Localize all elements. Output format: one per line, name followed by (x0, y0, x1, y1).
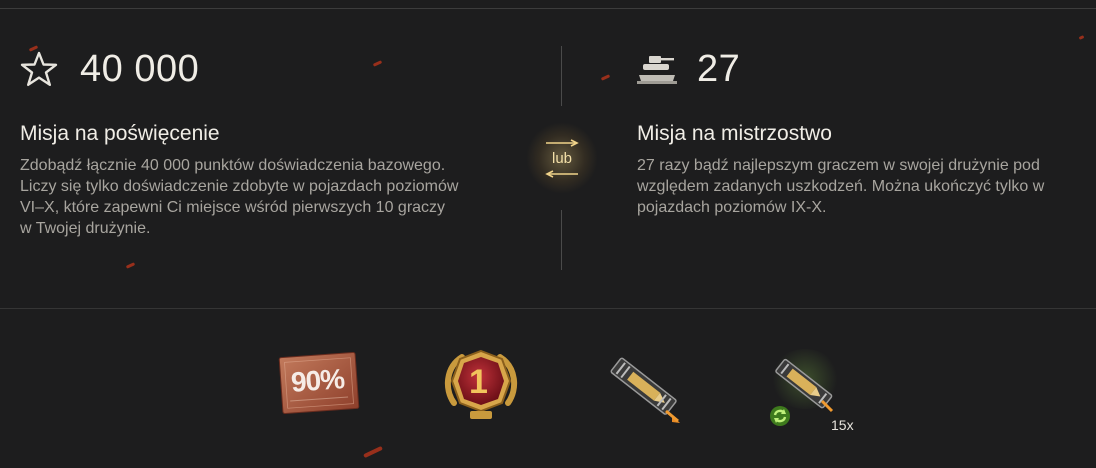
mission-sacrifice-description: Zdobądź łącznie 40 000 punktów doświadcz… (20, 157, 459, 237)
arrow-left-icon (545, 169, 578, 178)
mission-mastery: 27 Misja na mistrzostwo 27 razy bądź naj… (637, 44, 1092, 218)
star-outline-icon (20, 49, 64, 89)
mission-sacrifice-value: 40 000 (80, 47, 200, 90)
ember-decoration (125, 262, 136, 269)
rewards-divider (0, 308, 1096, 309)
mission-mastery-description: 27 razy bądź najlepszym graczem w swojej… (637, 157, 1045, 216)
or-separator: lub (526, 122, 598, 194)
center-divider (561, 210, 562, 270)
ember-decoration (363, 445, 383, 459)
or-label: lub (551, 149, 573, 167)
rank-value: 1 (469, 363, 488, 401)
center-divider (561, 46, 562, 106)
reusable-refresh-icon (770, 406, 790, 426)
mission-sacrifice-title: Misja na poświęcenie (20, 122, 220, 145)
top-divider (0, 8, 1096, 9)
missions-panel: 40 000 Misja na poświęcenie Zdobądź łącz… (0, 0, 1096, 468)
ammo-booster-reusable-reward[interactable]: 15x (760, 349, 854, 433)
discount-value: 90% (289, 363, 346, 398)
rank-1-medal-reward[interactable]: 1 (440, 345, 522, 427)
mission-mastery-title: Misja na mistrzostwo (637, 122, 832, 145)
reward-count: 15x (831, 417, 854, 433)
mission-mastery-stat: 27 (637, 44, 1092, 94)
tank-on-podium-icon (637, 49, 681, 89)
ember-decoration (1078, 35, 1085, 40)
ember-decoration (600, 74, 611, 81)
rewards-row: 90% 1 15x (0, 335, 1096, 445)
ammo-shell-icon (610, 357, 680, 423)
arrow-right-icon (546, 138, 579, 147)
ammo-booster-reward[interactable] (600, 349, 686, 425)
mission-mastery-value: 27 (697, 47, 741, 90)
mission-sacrifice-stat: 40 000 (20, 44, 460, 94)
discount-card-reward[interactable]: 90% (277, 349, 361, 417)
mission-sacrifice: 40 000 Misja na poświęcenie Zdobądź łącz… (20, 44, 460, 239)
